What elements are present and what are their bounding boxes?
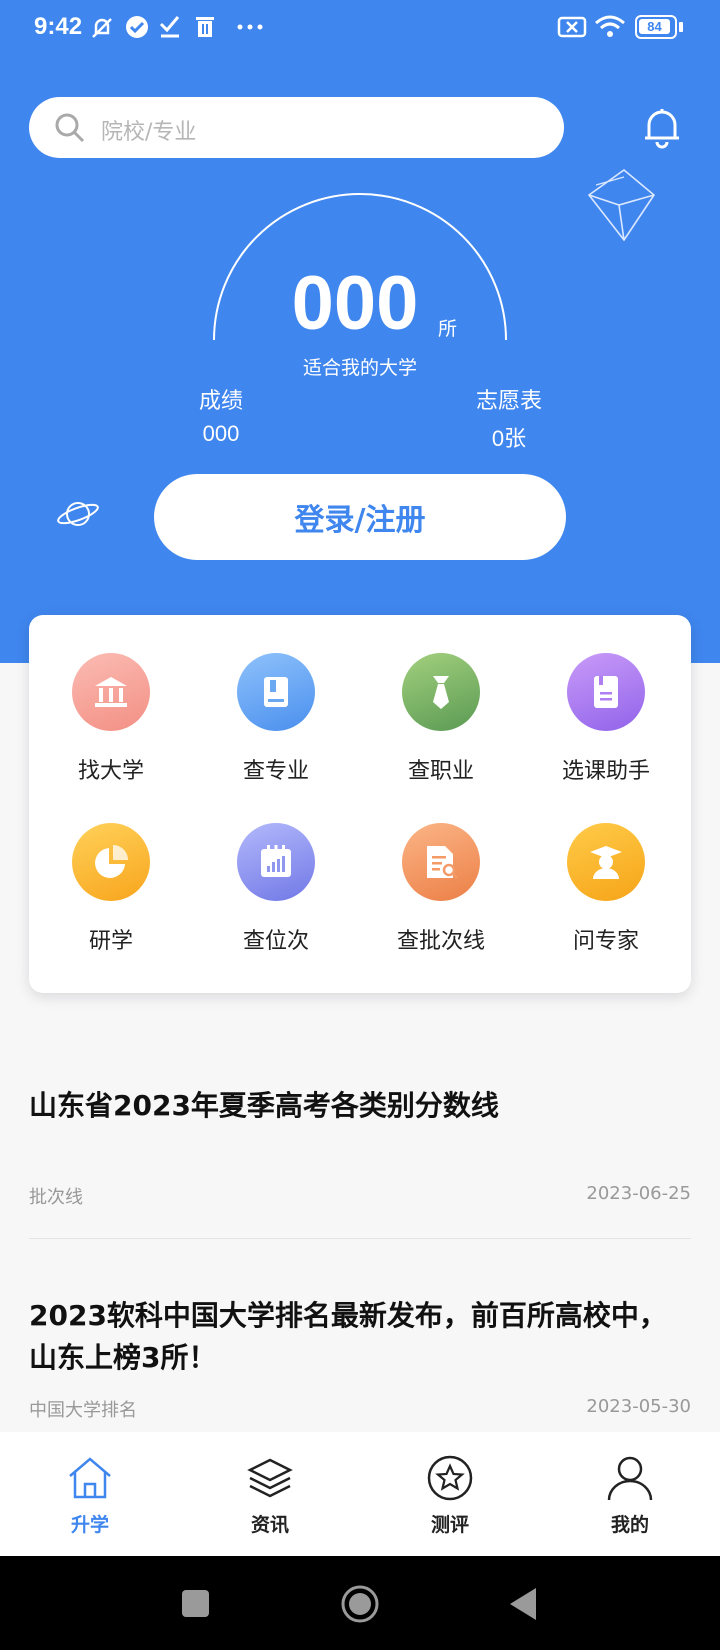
- tool-label: 找大学: [77, 759, 144, 784]
- tool-label: 研学: [88, 929, 133, 954]
- tab-label: 资讯: [250, 1514, 289, 1536]
- tie-icon: [402, 653, 480, 731]
- tool-label: 问专家: [572, 929, 639, 954]
- search-bar[interactable]: 院校/专业: [29, 97, 564, 158]
- tab-admission[interactable]: 升学: [0, 1432, 180, 1556]
- task-done-icon: [159, 16, 180, 38]
- tab-mine[interactable]: 我的: [540, 1432, 720, 1556]
- tool-label: 查位次: [242, 929, 309, 954]
- tab-label: 我的: [610, 1514, 649, 1536]
- tools-card: 找大学 查专业 查职业 选课助手 研学 查位次 查批次线 问专家: [29, 615, 691, 993]
- back-button[interactable]: [508, 1586, 538, 1622]
- news-title: 山东省2023年夏季高考各类别分数线: [29, 1089, 499, 1122]
- wifi-icon: [595, 15, 625, 37]
- layers-icon: [247, 1458, 293, 1498]
- news-title: 2023软科中国大学排名最新发布，前百所高校中，山东上榜3所！: [29, 1299, 667, 1374]
- tool-study-tour[interactable]: 研学: [36, 823, 186, 955]
- trash-icon: [196, 17, 214, 37]
- document-search-icon: [402, 823, 480, 901]
- news-item[interactable]: 山东省2023年夏季高考各类别分数线 批次线 2023-06-25: [29, 1085, 691, 1215]
- notification-bell-icon[interactable]: [643, 107, 681, 149]
- search-placeholder: 院校/专业: [101, 120, 197, 145]
- count-label: 适合我的大学: [302, 357, 417, 379]
- score-title: 成绩: [198, 389, 243, 414]
- system-navigation-bar: [0, 1556, 720, 1650]
- application-form-value: 0张: [491, 426, 527, 451]
- battery-tip: [679, 22, 683, 32]
- status-bar: 9:42 84: [0, 0, 720, 56]
- news-meta: 中国大学排名 2023-05-30: [29, 1396, 691, 1422]
- news-date: 2023-05-30: [586, 1396, 691, 1417]
- count-unit: 所: [438, 318, 458, 340]
- home-button[interactable]: [340, 1584, 380, 1624]
- tool-label: 选课助手: [561, 759, 650, 784]
- status-time: 9:42: [34, 13, 83, 40]
- application-form-stat[interactable]: 志愿表 0张: [449, 383, 569, 453]
- tool-label: 查专业: [242, 759, 309, 784]
- tool-find-university[interactable]: 找大学: [36, 653, 186, 785]
- pie-chart-icon: [72, 823, 150, 901]
- mute-bell-icon: [92, 18, 112, 38]
- tool-batch-line[interactable]: 查批次线: [366, 823, 516, 955]
- news-tag: 批次线: [29, 1187, 83, 1208]
- expert-icon: [567, 823, 645, 901]
- university-icon: [72, 653, 150, 731]
- battery-icon: 84: [635, 15, 677, 39]
- recents-button[interactable]: [182, 1590, 209, 1617]
- tab-label: 测评: [430, 1514, 469, 1536]
- matching-university-count: 000: [291, 261, 419, 346]
- notebook-icon: [567, 653, 645, 731]
- score-stat[interactable]: 成绩 000: [161, 383, 281, 447]
- application-form-title: 志愿表: [475, 389, 542, 414]
- news-meta: 批次线 2023-06-25: [29, 1183, 691, 1209]
- login-register-button[interactable]: 登录/注册: [154, 474, 566, 560]
- tab-assessment[interactable]: 测评: [360, 1432, 540, 1556]
- person-icon: [607, 1456, 653, 1501]
- tool-search-career[interactable]: 查职业: [366, 653, 516, 785]
- cube-decoration-icon: [587, 168, 656, 242]
- score-value: 000: [202, 421, 240, 446]
- tool-rank-lookup[interactable]: 查位次: [201, 823, 351, 955]
- tool-label: 查批次线: [396, 929, 485, 954]
- planet-decoration-icon: [57, 502, 99, 526]
- rank-chart-icon: [237, 823, 315, 901]
- news-item[interactable]: 2023软科中国大学排名最新发布，前百所高校中，山东上榜3所！ 中国大学排名 2…: [29, 1295, 691, 1425]
- bottom-tab-bar: 升学 资讯 测评 我的: [0, 1432, 720, 1556]
- home-icon: [69, 1457, 111, 1499]
- news-divider: [29, 1238, 691, 1239]
- tab-label: 升学: [70, 1514, 109, 1536]
- tab-news[interactable]: 资讯: [180, 1432, 360, 1556]
- tool-ask-expert[interactable]: 问专家: [531, 823, 681, 955]
- search-icon: [55, 113, 85, 143]
- check-circle-icon: [126, 16, 148, 38]
- battery-level: 84: [639, 19, 670, 34]
- news-tag: 中国大学排名: [29, 1400, 137, 1421]
- no-sim-icon: [557, 16, 587, 38]
- news-date: 2023-06-25: [586, 1183, 691, 1204]
- star-icon: [427, 1455, 473, 1501]
- more-dots-icon: [237, 24, 263, 30]
- tool-label: 查职业: [407, 759, 474, 784]
- tool-search-major[interactable]: 查专业: [201, 653, 351, 785]
- tool-course-assistant[interactable]: 选课助手: [531, 653, 681, 785]
- book-icon: [237, 653, 315, 731]
